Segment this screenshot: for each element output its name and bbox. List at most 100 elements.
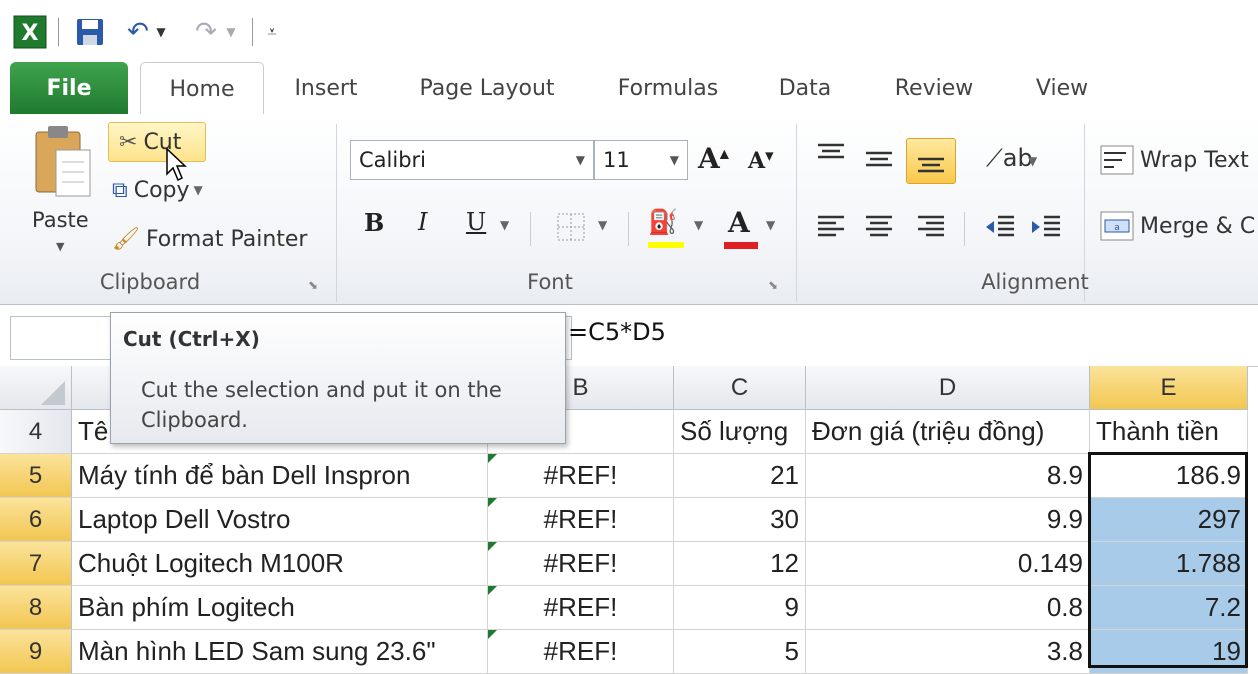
underline-dropdown-icon[interactable]: ▼ [500, 218, 509, 232]
cell-c4[interactable]: Số lượng [674, 410, 806, 454]
column-header-e[interactable]: E [1090, 366, 1248, 410]
grow-font-button[interactable]: A▲ [698, 142, 729, 175]
fill-color-swatch [648, 242, 684, 248]
row-header-6[interactable]: 6 [0, 498, 72, 542]
align-left-icon[interactable] [816, 212, 846, 246]
font-group-label: Font [527, 270, 573, 294]
cell-a5[interactable]: Máy tính để bàn Dell Inspron [72, 454, 488, 498]
cell-d9[interactable]: 3.8 [806, 630, 1090, 674]
fill-color-button[interactable]: ⛽ [648, 208, 688, 250]
merge-center-label: Merge & C [1140, 213, 1256, 239]
italic-button[interactable]: I [418, 208, 427, 236]
cell-c5[interactable]: 21 [674, 454, 806, 498]
row-header-7[interactable]: 7 [0, 542, 72, 586]
ribbon: Paste ▼ ✂ Cut ⧉ Copy ▼ 🖌 Format Painter … [0, 114, 1258, 305]
tab-insert[interactable]: Insert [276, 62, 376, 114]
font-name-combo[interactable]: Calibri ▼ [350, 140, 594, 180]
cut-button[interactable]: ✂ Cut [108, 122, 206, 162]
cell-a8[interactable]: Bàn phím Logitech [72, 586, 488, 630]
format-painter-button[interactable]: 🖌 Format Painter [112, 220, 307, 258]
copy-dropdown-icon[interactable]: ▼ [194, 183, 203, 197]
error-indicator-icon [488, 454, 497, 463]
tab-home[interactable]: Home [140, 62, 264, 116]
customize-qat-icon[interactable]: ⩡ [258, 14, 286, 50]
cell-e4[interactable]: Thành tiền [1090, 410, 1248, 454]
row-header-9[interactable]: 9 [0, 630, 72, 674]
paste-dropdown-icon: ▼ [56, 240, 65, 253]
wrap-text-icon [1100, 145, 1134, 175]
align-middle-icon[interactable] [864, 148, 894, 178]
excel-icon[interactable]: X [10, 14, 50, 50]
tab-formulas[interactable]: Formulas [600, 62, 736, 114]
wrap-text-button[interactable]: Wrap Text [1100, 140, 1249, 180]
orientation-icon[interactable]: ⟋ab [986, 144, 1033, 172]
tab-file[interactable]: File [10, 62, 128, 114]
cell-a7[interactable]: Chuột Logitech M100R [72, 542, 488, 586]
cell-c8[interactable]: 9 [674, 586, 806, 630]
column-header-c[interactable]: C [674, 366, 806, 410]
row-header-5[interactable]: 5 [0, 454, 72, 498]
row-header-8[interactable]: 8 [0, 586, 72, 630]
cell-d7[interactable]: 0.149 [806, 542, 1090, 586]
borders-button[interactable] [556, 212, 586, 246]
column-header-d[interactable]: D [806, 366, 1090, 410]
row-header-4[interactable]: 4 [0, 410, 72, 454]
cell-d8[interactable]: 0.8 [806, 586, 1090, 630]
align-top-icon[interactable] [816, 142, 846, 172]
paste-icon [35, 126, 91, 197]
redo-dropdown-icon[interactable]: ▼ [222, 14, 240, 50]
cell-e8[interactable]: 7.2 [1090, 586, 1248, 630]
cell-b8[interactable]: #REF! [488, 586, 674, 630]
cell-a6[interactable]: Laptop Dell Vostro [72, 498, 488, 542]
cell-b7[interactable]: #REF! [488, 542, 674, 586]
decrease-indent-icon[interactable] [984, 212, 1016, 246]
error-indicator-icon [488, 542, 497, 551]
orientation-dropdown-icon[interactable]: ▼ [1028, 154, 1037, 168]
tab-view[interactable]: View [1012, 62, 1112, 114]
font-color-button[interactable]: A [724, 206, 760, 250]
cell-d4[interactable]: Đơn giá (triệu đồng) [806, 410, 1090, 454]
redo-icon[interactable]: ↷ [186, 14, 226, 50]
tab-page-layout[interactable]: Page Layout [400, 62, 574, 114]
cell-d5[interactable]: 8.9 [806, 454, 1090, 498]
align-bottom-button[interactable] [906, 138, 956, 184]
clipboard-launcher-icon[interactable]: ⬊ [308, 278, 318, 292]
cell-e9[interactable]: 19 [1090, 630, 1248, 674]
underline-button[interactable]: U [466, 208, 486, 236]
bold-button[interactable]: B [364, 208, 384, 237]
cell-b5[interactable]: #REF! [488, 454, 674, 498]
align-center-icon[interactable] [864, 212, 894, 246]
formula-input[interactable]: =C5*D5 [568, 318, 666, 346]
font-color-dropdown-icon[interactable]: ▼ [766, 218, 775, 232]
font-launcher-icon[interactable]: ⬊ [768, 278, 778, 292]
save-icon[interactable] [70, 14, 110, 50]
align-right-icon[interactable] [916, 212, 946, 246]
select-all-corner[interactable] [0, 366, 72, 410]
cell-d6[interactable]: 9.9 [806, 498, 1090, 542]
borders-dropdown-icon[interactable]: ▼ [598, 218, 607, 232]
cell-e7[interactable]: 1.788 [1090, 542, 1248, 586]
cell-b6[interactable]: #REF! [488, 498, 674, 542]
cell-b9[interactable]: #REF! [488, 630, 674, 674]
paste-label: Paste [32, 208, 89, 232]
tab-data[interactable]: Data [760, 62, 850, 114]
cell-c6[interactable]: 30 [674, 498, 806, 542]
cell-c9[interactable]: 5 [674, 630, 806, 674]
cell-e6[interactable]: 297 [1090, 498, 1248, 542]
tab-review[interactable]: Review [876, 62, 992, 114]
font-size-combo[interactable]: 11 ▼ [594, 140, 688, 180]
merge-center-button[interactable]: a Merge & C [1100, 206, 1255, 246]
cell-c7[interactable]: 12 [674, 542, 806, 586]
shrink-font-button[interactable]: A▼ [748, 148, 774, 174]
fill-color-dropdown-icon[interactable]: ▼ [694, 218, 703, 232]
cell-e5[interactable]: 186.9 [1090, 454, 1248, 498]
alignment-group-label: Alignment [981, 270, 1089, 294]
undo-dropdown-icon[interactable]: ▼ [152, 14, 170, 50]
cell-a9[interactable]: Màn hình LED Sam sung 23.6" [72, 630, 488, 674]
paint-bucket-icon: ⛽ [648, 208, 678, 236]
font-size-value: 11 [603, 148, 630, 172]
paste-button[interactable]: Paste ▼ [30, 124, 100, 274]
quick-access-toolbar: X ↶ ▼ ↷ ▼ ⩡ [0, 0, 1258, 62]
grow-font-icon: A [698, 142, 720, 175]
increase-indent-icon[interactable] [1030, 212, 1062, 246]
